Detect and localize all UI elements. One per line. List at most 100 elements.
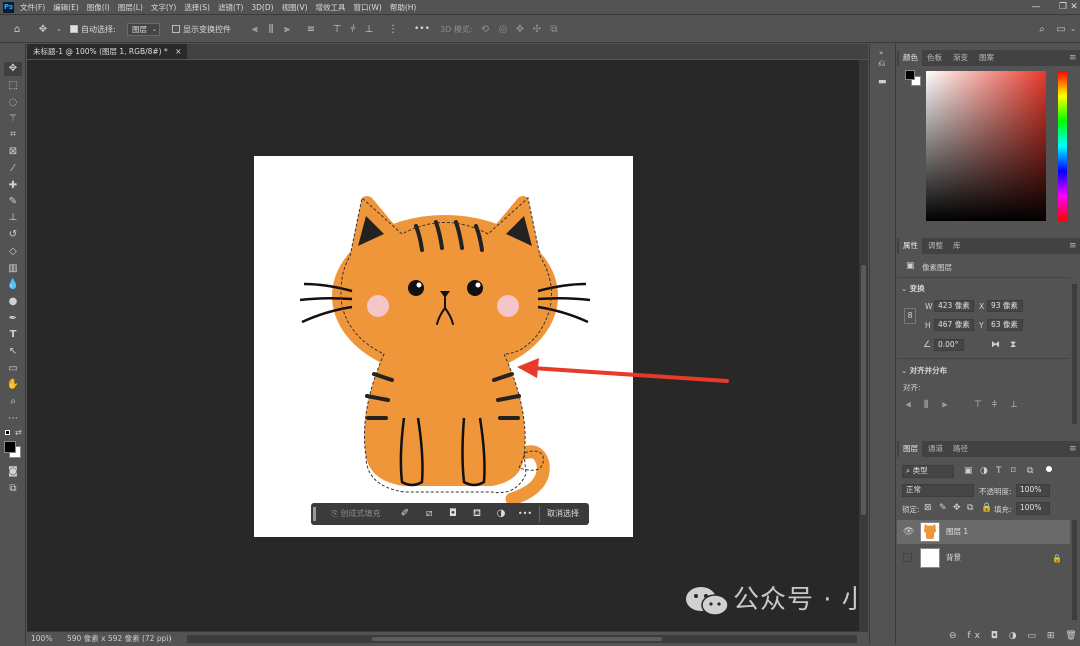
filter-shape-icon[interactable]: ⌑ — [1011, 466, 1016, 476]
rectangle-tool-icon[interactable]: ▭ — [4, 362, 22, 376]
chevron-down-icon[interactable]: ⌄ — [52, 16, 66, 43]
home-icon[interactable]: ⌂ — [10, 16, 24, 43]
layers-footer-icons[interactable]: ⊖ fx ◘ ◑ ▭ ⊞ 🗑 — [949, 631, 1080, 641]
align-center-icon[interactable]: ⫼ — [264, 16, 278, 43]
history-icon[interactable]: ⎌ — [878, 59, 885, 69]
eyedropper-tool-icon[interactable]: ⁄ — [4, 162, 22, 176]
flip-vertical-icon[interactable]: ⧗ — [1010, 340, 1016, 350]
align-bottom-icon[interactable]: ⊥ — [362, 16, 376, 43]
lock-artboard-icon[interactable]: ⧉ — [967, 503, 973, 513]
close-tab-icon[interactable]: × — [175, 47, 181, 56]
show-transform-checkbox[interactable]: 显示变换控件 — [172, 16, 231, 43]
width-field[interactable]: 423 像素 — [934, 300, 974, 312]
blur-tool-icon[interactable]: 💧 — [4, 278, 22, 292]
layer-name[interactable]: 背景 — [946, 546, 961, 570]
tab-properties[interactable]: 属性 — [899, 238, 922, 254]
swap-colors-icon[interactable]: ⇄ — [15, 428, 22, 437]
transform-section-toggle[interactable]: ⌄ 变换 — [901, 283, 925, 294]
dodge-tool-icon[interactable]: ● — [4, 295, 22, 309]
angle-field[interactable]: 0.00° — [934, 339, 964, 351]
align-right-icon[interactable]: ⫸ — [942, 400, 947, 410]
eraser-tool-icon[interactable]: ◇ — [4, 245, 22, 259]
type-tool-icon[interactable]: T — [4, 328, 22, 342]
align-right-icon[interactable]: ⫸ — [280, 16, 294, 43]
document-tab[interactable]: 未标题-1 @ 100% (图层 1, RGB/8#) * × — [27, 44, 188, 59]
panel-menu-icon[interactable]: ≡ — [1065, 441, 1080, 457]
layer-name[interactable]: 图层 1 — [946, 520, 968, 544]
hue-slider[interactable] — [1058, 71, 1067, 221]
screen-mode-icon[interactable]: ⧉ — [4, 482, 22, 496]
crop-tool-icon[interactable]: ⌗ — [4, 128, 22, 142]
fill-field[interactable]: 100% — [1016, 502, 1050, 515]
y-field[interactable]: 63 像素 — [987, 319, 1023, 331]
visibility-eye-icon[interactable]: 👁 — [903, 527, 914, 537]
height-field[interactable]: 467 像素 — [934, 319, 974, 331]
horizontal-scrollbar[interactable] — [187, 635, 857, 643]
tab-patterns[interactable]: 图案 — [975, 50, 998, 66]
move-tool-icon[interactable]: ✥ — [36, 16, 50, 43]
chevron-down-icon[interactable]: ⌄ — [1066, 16, 1080, 43]
align-section-toggle[interactable]: ⌄ 对齐并分布 — [901, 365, 947, 376]
panel-scrollbar[interactable] — [1072, 284, 1077, 424]
path-selection-tool-icon[interactable]: ↖ — [4, 345, 22, 359]
gradient-tool-icon[interactable]: ▥ — [4, 262, 22, 276]
tab-color[interactable]: 颜色 — [899, 50, 922, 66]
visibility-toggle[interactable] — [903, 553, 912, 562]
menu-item[interactable]: 3D(D) — [251, 0, 273, 15]
clone-stamp-tool-icon[interactable]: ⊥ — [4, 211, 22, 225]
filter-smart-object-icon[interactable]: ⧉ — [1027, 466, 1033, 476]
align-center-icon[interactable]: ⫼ — [924, 400, 928, 410]
tab-gradients[interactable]: 渐变 — [949, 50, 972, 66]
distribute-icon[interactable]: ≡ — [304, 16, 318, 43]
align-top-icon[interactable]: ⊤ — [974, 400, 982, 410]
tab-adjustments[interactable]: 调整 — [924, 238, 947, 254]
align-bottom-icon[interactable]: ⊥ — [1010, 400, 1018, 410]
color-field[interactable] — [926, 71, 1046, 221]
x-field[interactable]: 93 像素 — [987, 300, 1023, 312]
default-colors-icon[interactable] — [5, 430, 10, 435]
frame-tool-icon[interactable]: ⊠ — [4, 145, 22, 159]
filter-toggle-icon[interactable] — [1046, 466, 1052, 472]
canvas-area[interactable]: ⎘ 创成式填充 ✐ ⧄ ◘ ⛾ ◑ ••• 取消选择 公众号 · 小白电脑技术 — [27, 60, 859, 631]
comments-icon[interactable]: ▬ — [878, 77, 887, 87]
status-arrow-icon[interactable]: › — [169, 632, 172, 646]
magic-wand-tool-icon[interactable]: ⚚ — [4, 112, 22, 126]
move-tool-icon[interactable]: ✥ — [4, 62, 22, 76]
lock-all-icon[interactable]: 🔒 — [981, 503, 992, 513]
panel-menu-icon[interactable]: ≡ — [1065, 238, 1080, 254]
brush-tool-icon[interactable]: ✎ — [4, 195, 22, 209]
minimize-icon[interactable]: — — [1021, 0, 1051, 15]
scroll-thumb[interactable] — [861, 265, 866, 515]
healing-brush-tool-icon[interactable]: ✚ — [4, 179, 22, 193]
menu-item[interactable]: 选择(S) — [184, 0, 210, 15]
collapse-arrows-icon[interactable]: » — [879, 48, 883, 58]
panel-scrollbar[interactable] — [1072, 520, 1077, 620]
more-tools-icon[interactable]: ⋯ — [4, 412, 22, 426]
lock-icon[interactable]: 🔒 — [1052, 554, 1062, 564]
menu-item[interactable]: 滤镜(T) — [218, 0, 243, 15]
foreground-color-swatch[interactable] — [4, 441, 16, 453]
foreground-color-swatch[interactable] — [905, 70, 915, 80]
menu-item[interactable]: 图层(L) — [118, 0, 143, 15]
pen-tool-icon[interactable]: ✒ — [4, 312, 22, 326]
filter-adjustment-icon[interactable]: ◑ — [980, 466, 988, 476]
link-icon[interactable]: 8 — [904, 308, 916, 324]
tab-channels[interactable]: 通道 — [924, 441, 947, 457]
filter-type-icon[interactable]: T — [996, 466, 1002, 476]
flip-horizontal-icon[interactable]: ⧓ — [991, 340, 1000, 350]
layer-filter-dropdown[interactable]: ⌕ 类型 — [902, 465, 954, 478]
align-top-icon[interactable]: ⊤ — [330, 16, 344, 43]
tab-swatches[interactable]: 色板 — [923, 50, 946, 66]
more-options-button[interactable]: ••• — [414, 16, 430, 43]
menu-item[interactable]: 帮助(H) — [390, 0, 417, 15]
distribute-vertical-icon[interactable]: ⋮ — [386, 16, 400, 43]
menu-item[interactable]: 视图(V) — [282, 0, 308, 15]
vertical-scrollbar[interactable] — [859, 60, 868, 631]
lasso-tool-icon[interactable]: ◌ — [4, 96, 22, 110]
layer-row[interactable]: 👁 图层 1 — [897, 520, 1070, 544]
layer-row[interactable]: 背景 🔒 — [897, 546, 1070, 570]
align-middle-icon[interactable]: ⫩ — [346, 16, 360, 43]
scroll-thumb[interactable] — [372, 637, 662, 641]
zoom-level[interactable]: 100% — [31, 632, 52, 646]
menu-item[interactable]: 编辑(E) — [53, 0, 79, 15]
